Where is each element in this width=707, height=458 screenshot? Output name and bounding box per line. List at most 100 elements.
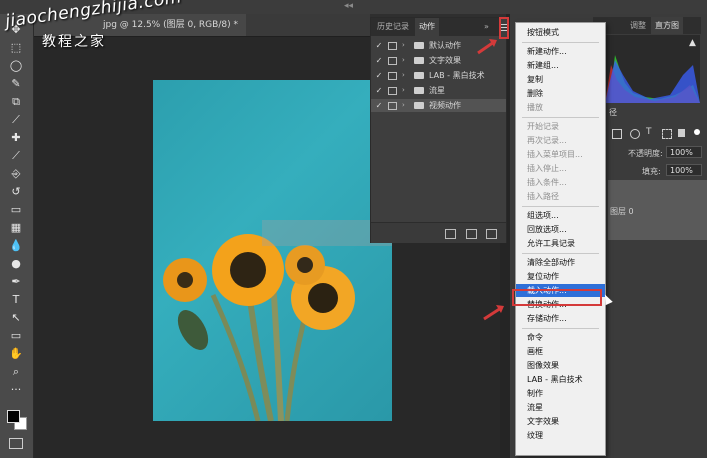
tab-adjustments[interactable]: 调整 — [625, 17, 651, 34]
action-set-label: LAB - 黑白技术 — [429, 71, 485, 80]
menu-item[interactable]: 制作 — [516, 387, 605, 400]
menu-separator — [522, 253, 599, 254]
document-tab-title: jpg @ 12.5% (图层 0, RGB/8) * — [103, 20, 238, 30]
action-set-row[interactable]: ✓ › 视频动作 — [371, 99, 506, 112]
quick-select-tool-icon[interactable]: ✎ — [8, 76, 24, 92]
dialog-toggle-icon[interactable] — [388, 42, 397, 50]
menu-item: 开始记录 — [527, 122, 559, 131]
toggle-check-icon[interactable]: ✓ — [375, 84, 383, 97]
opacity-field[interactable]: 100% — [666, 146, 702, 158]
shape-tool-icon[interactable]: ▭ — [8, 328, 24, 344]
shape-filter-icon[interactable] — [662, 129, 672, 139]
menu-item[interactable]: 画框 — [516, 345, 605, 358]
menu-item[interactable]: 按钮模式 — [516, 26, 605, 39]
menu-separator — [522, 42, 599, 43]
blur-tool-icon[interactable]: 💧 — [8, 238, 24, 254]
menu-item[interactable]: 图像效果 — [516, 359, 605, 372]
fill-field[interactable]: 100% — [666, 164, 702, 176]
folder-icon — [414, 72, 424, 79]
action-set-row[interactable]: ✓ › 流星 — [371, 84, 506, 97]
dialog-toggle-icon[interactable] — [388, 57, 397, 65]
menu-item[interactable]: 允许工具记录 — [516, 237, 605, 250]
sunflower-photo — [153, 80, 392, 421]
toggle-check-icon[interactable]: ✓ — [375, 99, 383, 112]
menu-item[interactable]: 命令 — [516, 331, 605, 344]
marquee-tool-icon[interactable]: ⬚ — [8, 40, 24, 56]
toggle-check-icon[interactable]: ✓ — [375, 54, 383, 67]
lasso-tool-icon[interactable]: ◯ — [8, 58, 24, 74]
dialog-toggle-icon[interactable] — [388, 72, 397, 80]
action-set-label: 视频动作 — [429, 101, 461, 110]
spot-heal-tool-icon[interactable]: ✚ — [8, 130, 24, 146]
action-set-label: 流星 — [429, 86, 445, 95]
crop-tool-icon[interactable]: ⧉ — [8, 94, 24, 110]
menu-item[interactable]: 复制 — [516, 73, 605, 86]
menu-item[interactable]: 文字效果 — [516, 415, 605, 428]
layer-name: 图层 0 — [610, 207, 634, 216]
watermark-chinese: 教程之家 — [42, 34, 106, 50]
menu-item[interactable]: 删除 — [516, 87, 605, 100]
pen-tool-icon[interactable]: ✒ — [8, 274, 24, 290]
tab-histogram[interactable]: 直方图 — [651, 17, 683, 34]
path-select-tool-icon[interactable]: ↖ — [8, 310, 24, 326]
menu-item[interactable]: 存储动作... — [516, 312, 605, 325]
type-tool-icon[interactable]: T — [8, 292, 24, 308]
collapse-panels-icon[interactable]: ◂◂ — [344, 1, 353, 11]
smart-filter-icon[interactable] — [678, 129, 685, 137]
layer-filter-icons: T — [610, 127, 702, 140]
menu-item[interactable]: 新建组... — [516, 59, 605, 72]
history-brush-tool-icon[interactable]: ↺ — [8, 184, 24, 200]
menu-item[interactable]: 组选项... — [516, 209, 605, 222]
stamp-tool-icon[interactable]: ⎆ — [8, 166, 24, 182]
panel-expand-icon[interactable]: » — [484, 18, 494, 36]
menu-item[interactable]: 新建动作... — [516, 45, 605, 58]
expand-caret-icon[interactable]: › — [402, 54, 405, 67]
pixel-filter-icon[interactable] — [612, 129, 622, 139]
toggle-check-icon[interactable]: ✓ — [375, 39, 383, 52]
annotation-arrow-bottom — [483, 305, 504, 321]
tools-panel: ✥ ⬚ ◯ ✎ ⧉ ⟋ ✚ ⟋ ⎆ ↺ ▭ ▦ 💧 ● ✒ T ↖ ▭ ✋ ⌕ ··· — [0, 14, 34, 458]
menu-separator — [522, 117, 599, 118]
quick-mask-icon[interactable] — [9, 438, 23, 449]
menu-item[interactable]: LAB - 黑白技术 — [516, 373, 605, 386]
dialog-toggle-icon[interactable] — [388, 87, 397, 95]
new-set-icon[interactable] — [445, 229, 456, 239]
expand-caret-icon[interactable]: › — [402, 69, 405, 82]
menu-item[interactable]: 复位动作 — [516, 270, 605, 283]
histogram-warning-icon[interactable]: ▲ — [689, 38, 696, 48]
type-filter-icon[interactable]: T — [646, 127, 652, 137]
dodge-tool-icon[interactable]: ● — [8, 256, 24, 272]
menu-item: 插入菜单项目... — [527, 150, 583, 159]
trash-icon[interactable] — [486, 229, 497, 239]
tab-actions[interactable]: 动作 — [415, 18, 439, 36]
adjust-filter-icon[interactable] — [630, 129, 640, 139]
actions-panel-footer — [371, 222, 506, 243]
expand-caret-icon[interactable]: › — [402, 84, 405, 97]
menu-item[interactable]: 流星 — [516, 401, 605, 414]
hand-tool-icon[interactable]: ✋ — [8, 346, 24, 362]
paths-tab-partial[interactable]: 径 — [609, 107, 617, 118]
eraser-tool-icon[interactable]: ▭ — [8, 202, 24, 218]
filter-toggle-icon[interactable] — [694, 129, 700, 135]
action-set-row[interactable]: ✓ › LAB - 黑白技术 — [371, 69, 506, 82]
layer-row-selected[interactable]: 图层 0 — [608, 180, 707, 240]
foreground-color-swatch[interactable] — [7, 410, 20, 423]
menu-item[interactable]: 清除全部动作 — [516, 256, 605, 269]
menu-item[interactable]: 回放选项... — [516, 223, 605, 236]
histogram-chart — [605, 55, 700, 103]
menu-separator — [522, 206, 599, 207]
zoom-tool-icon[interactable]: ⌕ — [8, 364, 24, 380]
new-action-icon[interactable] — [466, 229, 477, 239]
toggle-check-icon[interactable]: ✓ — [375, 69, 383, 82]
more-tools-icon[interactable]: ··· — [8, 382, 24, 398]
annotation-arrow-top — [477, 39, 497, 55]
gradient-tool-icon[interactable]: ▦ — [8, 220, 24, 236]
expand-caret-icon[interactable]: › — [402, 39, 405, 52]
expand-caret-icon[interactable]: › — [402, 99, 405, 112]
folder-icon — [414, 57, 424, 64]
brush-tool-icon[interactable]: ⟋ — [8, 148, 24, 164]
menu-item[interactable]: 纹理 — [516, 429, 605, 442]
eyedropper-tool-icon[interactable]: ⟋ — [8, 112, 24, 128]
tab-history[interactable]: 历史记录 — [377, 18, 409, 36]
dialog-toggle-icon[interactable] — [388, 102, 397, 110]
